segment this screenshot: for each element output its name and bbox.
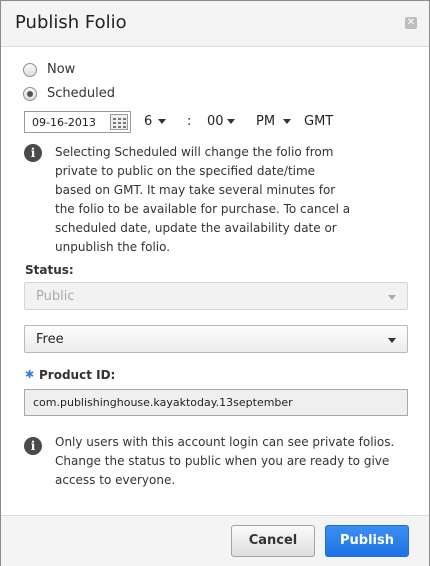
chevron-down-icon (226, 119, 235, 124)
chevron-down-icon (283, 119, 292, 124)
info-icon: i (24, 437, 42, 455)
dialog-footer: Cancel Publish (1, 515, 429, 566)
schedule-info-text: Selecting Scheduled will change the foli… (55, 143, 350, 257)
publish-button[interactable]: Publish (325, 525, 409, 557)
info-line: Only users with this account login can s… (55, 435, 395, 449)
private-info-text: Only users with this account login can s… (55, 433, 394, 490)
radio-scheduled[interactable]: Scheduled (23, 86, 115, 101)
publish-folio-dialog: Publish Folio ✕ Now Scheduled 09-16-2013… (0, 0, 430, 566)
info-line: the folio to be available for purchase. … (55, 202, 351, 216)
ampm-value: PM (256, 114, 276, 129)
required-marker: ✱ (25, 368, 35, 381)
radio-now[interactable]: Now (23, 62, 75, 77)
info-line: scheduled date, update the availability … (55, 221, 337, 235)
cancel-button[interactable]: Cancel (231, 525, 315, 557)
radio-selected-dot (27, 90, 33, 97)
dialog-title: Publish Folio (15, 12, 127, 33)
product-id-label: Product ID: (39, 368, 116, 382)
product-id-value: com.publishinghouse.kayaktoday.13septemb… (33, 396, 293, 409)
info-line: access to everyone. (55, 473, 176, 487)
price-value: Free (36, 332, 64, 347)
radio-scheduled-button[interactable] (23, 86, 37, 101)
date-value: 09-16-2013 (32, 116, 96, 129)
info-line: Selecting Scheduled will change the foli… (55, 145, 334, 159)
chevron-down-icon (388, 338, 396, 343)
info-icon: i (24, 144, 42, 162)
hour-select[interactable]: 6 (144, 114, 167, 129)
minute-value: 00 (207, 114, 224, 129)
status-select: Public (24, 282, 408, 310)
date-field[interactable]: 09-16-2013 (24, 111, 131, 133)
radio-now-button[interactable] (23, 62, 37, 77)
price-select[interactable]: Free (24, 325, 408, 353)
info-line: private to public on the specified date/… (55, 164, 316, 178)
radio-scheduled-label: Scheduled (47, 86, 115, 101)
info-line: unpublish the folio. (55, 240, 171, 254)
info-line: Change the status to public when you are… (55, 454, 390, 468)
timezone-label: GMT (304, 114, 334, 129)
chevron-down-icon (158, 119, 167, 124)
product-id-field[interactable]: com.publishinghouse.kayaktoday.13septemb… (24, 389, 408, 416)
chevron-down-icon (388, 295, 396, 300)
info-line: based on GMT. It may take several minute… (55, 183, 336, 197)
time-separator: : (187, 114, 192, 129)
close-icon[interactable]: ✕ (405, 17, 417, 29)
calendar-icon[interactable] (110, 114, 128, 130)
dialog-header: Publish Folio ✕ (1, 1, 429, 47)
status-label: Status: (25, 263, 74, 277)
radio-now-label: Now (47, 62, 76, 77)
status-value: Public (36, 289, 75, 304)
ampm-select[interactable]: PM (256, 114, 292, 129)
minute-select[interactable]: 00 (207, 114, 235, 129)
hour-value: 6 (144, 114, 153, 129)
